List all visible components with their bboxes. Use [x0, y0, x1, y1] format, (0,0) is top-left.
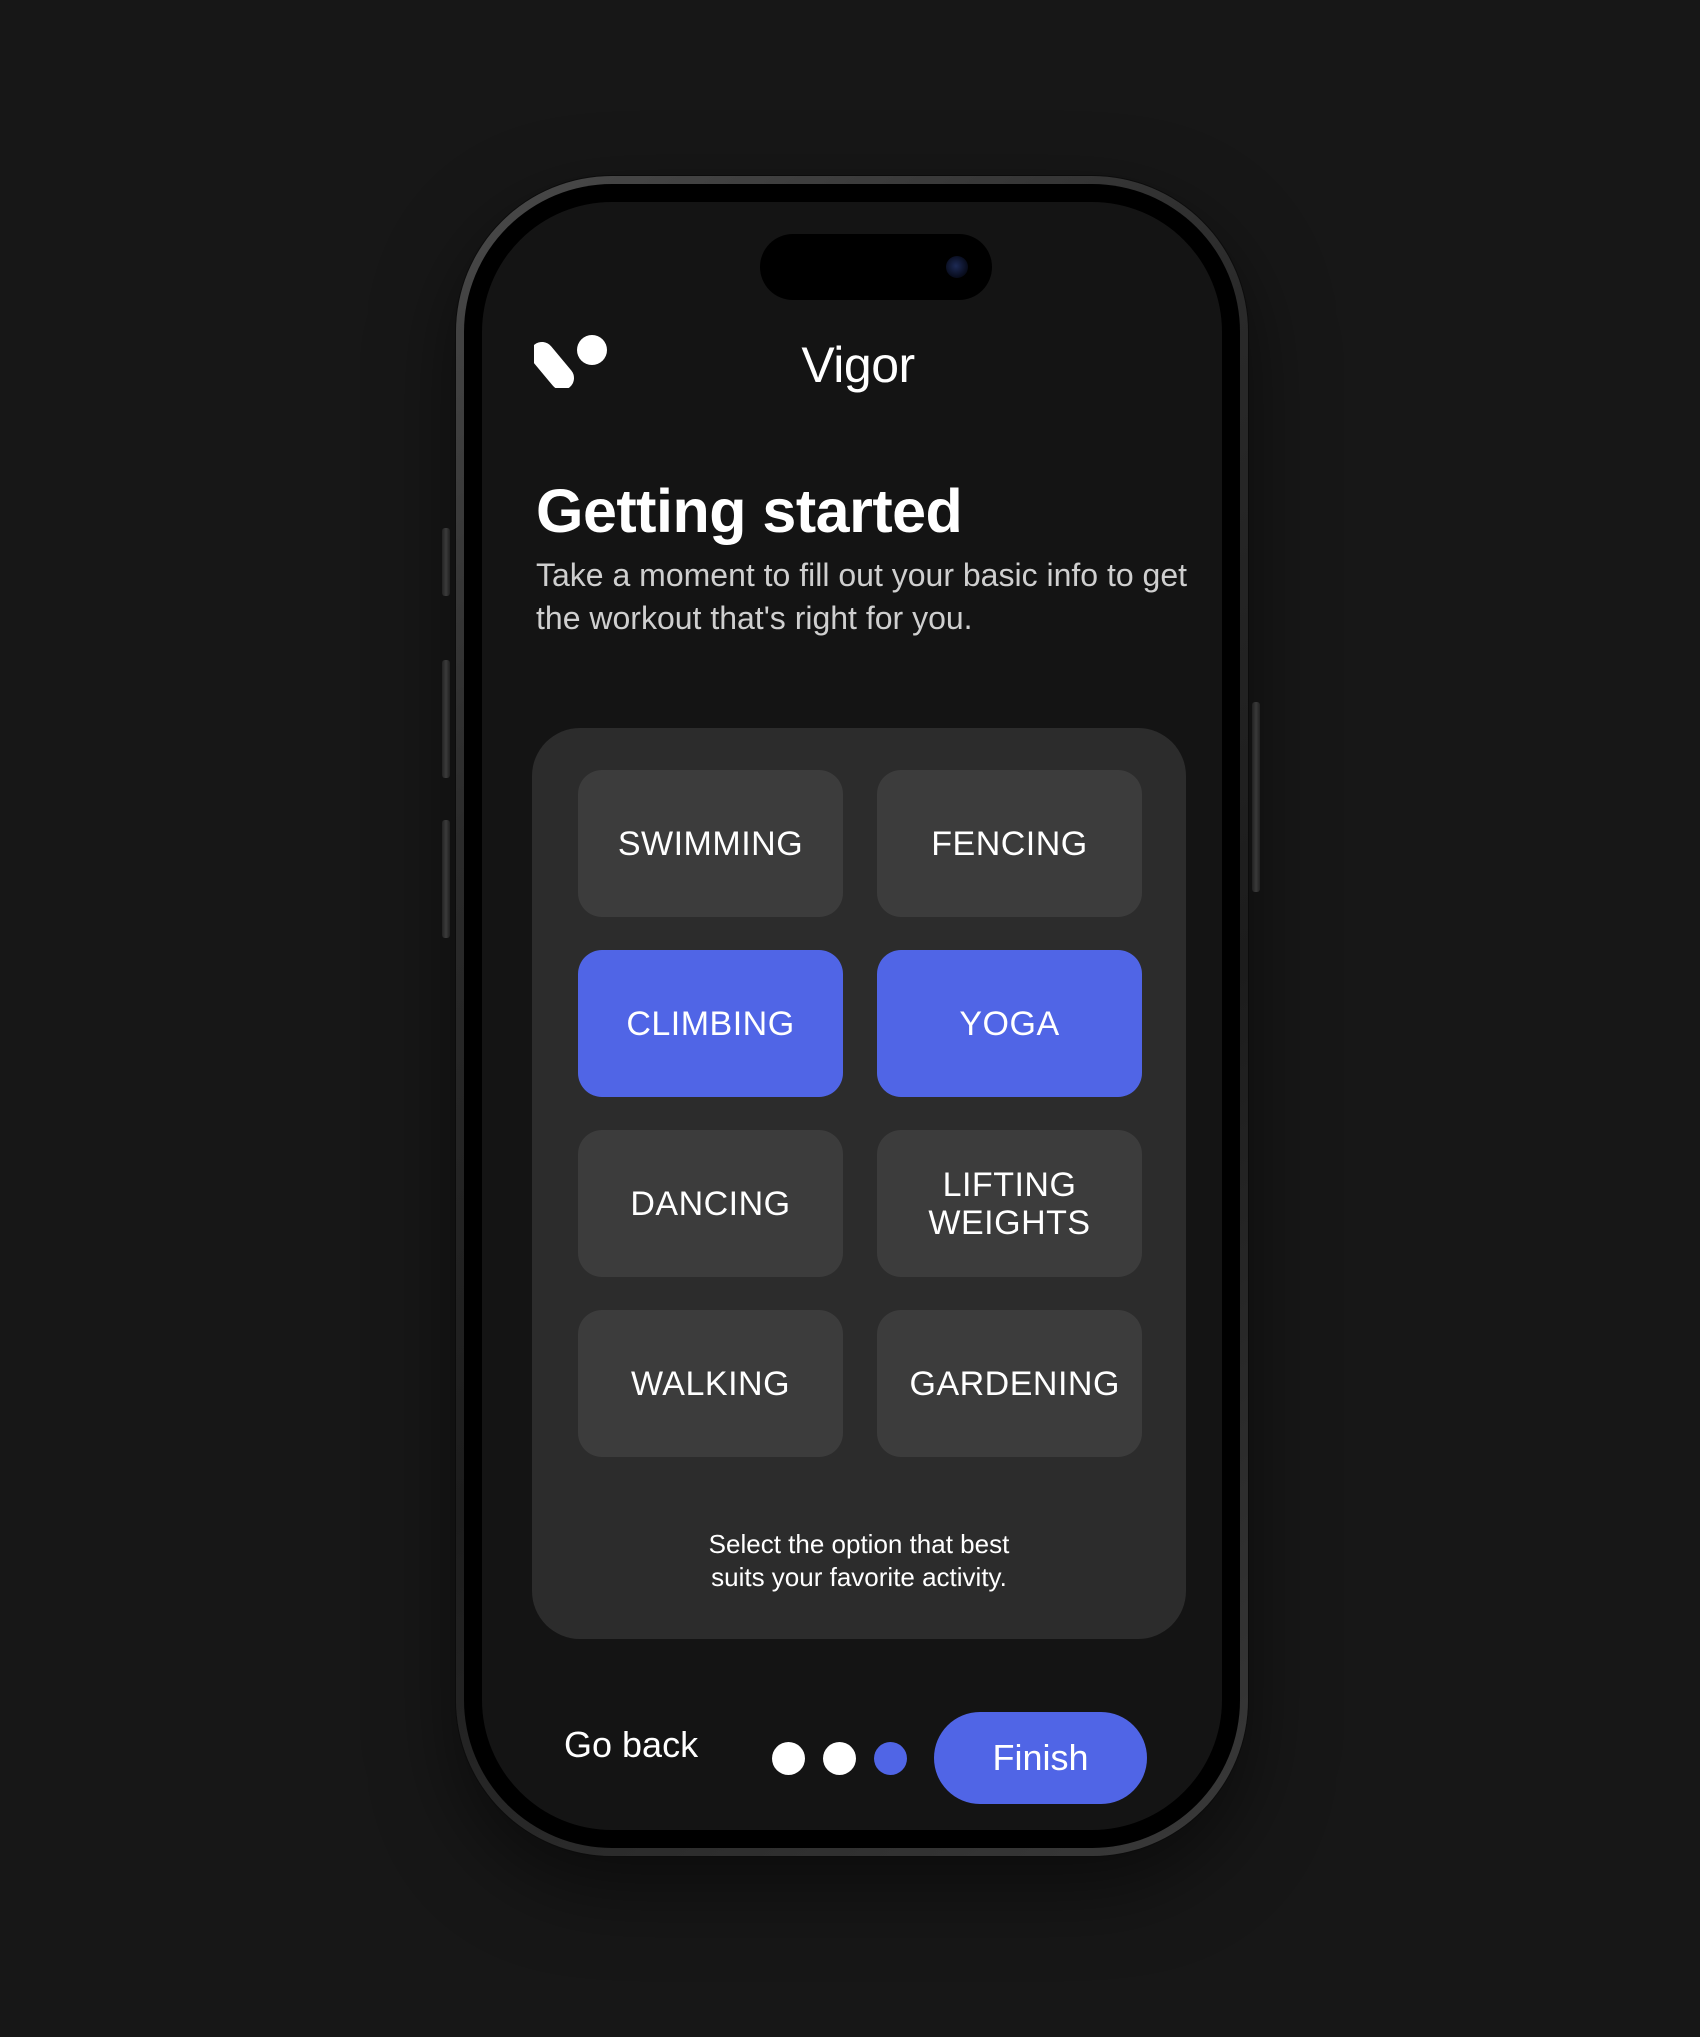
option-label: SWIMMING: [617, 824, 804, 863]
option-label: LIFTING WEIGHTS: [928, 1165, 1091, 1242]
option-fencing[interactable]: FENCING: [877, 770, 1142, 917]
option-walking[interactable]: WALKING: [578, 1310, 843, 1457]
volume-up-button: [442, 660, 450, 778]
volume-down-button: [442, 820, 450, 938]
finish-button[interactable]: Finish: [934, 1712, 1147, 1804]
action-button: [442, 528, 450, 596]
option-climbing[interactable]: CLIMBING: [578, 950, 843, 1097]
front-camera-icon: [946, 256, 968, 278]
option-yoga[interactable]: YOGA: [877, 950, 1142, 1097]
option-label: GARDENING: [909, 1364, 1120, 1403]
option-label: YOGA: [959, 1004, 1060, 1043]
page-subtitle: Take a moment to fill out your basic inf…: [536, 557, 1187, 636]
progress-dot: [874, 1742, 907, 1775]
phone-screen: Vigor Getting started Take a moment to f…: [482, 202, 1222, 1830]
option-label: WALKING: [630, 1364, 791, 1403]
activity-options-grid: SWIMMING FENCING CLIMBING YOGA DANCING L…: [578, 770, 1142, 1457]
power-button: [1252, 702, 1260, 892]
progress-dots: [772, 1742, 907, 1775]
progress-dot: [823, 1742, 856, 1775]
option-lifting-weights[interactable]: LIFTING WEIGHTS: [877, 1130, 1142, 1277]
option-dancing[interactable]: DANCING: [578, 1130, 843, 1277]
option-swimming[interactable]: SWIMMING: [578, 770, 843, 917]
activity-card: SWIMMING FENCING CLIMBING YOGA DANCING L…: [532, 728, 1186, 1639]
go-back-link[interactable]: Go back: [564, 1724, 698, 1766]
app-title: Vigor: [801, 337, 915, 393]
option-gardening[interactable]: GARDENING: [877, 1310, 1142, 1457]
progress-dot: [772, 1742, 805, 1775]
page-title: Getting started: [536, 477, 963, 545]
option-label: DANCING: [630, 1184, 791, 1223]
phone-frame: Vigor Getting started Take a moment to f…: [456, 176, 1248, 1856]
option-label: CLIMBING: [626, 1004, 795, 1043]
option-label: FENCING: [931, 824, 1088, 863]
selection-hint: Select the option that best suits your f…: [532, 1528, 1186, 1594]
selection-hint-text: Select the option that best suits your f…: [708, 1529, 1010, 1592]
canvas: Vigor Getting started Take a moment to f…: [0, 0, 1700, 2037]
phone-bezel: Vigor Getting started Take a moment to f…: [464, 184, 1240, 1848]
dynamic-island: [760, 234, 992, 300]
